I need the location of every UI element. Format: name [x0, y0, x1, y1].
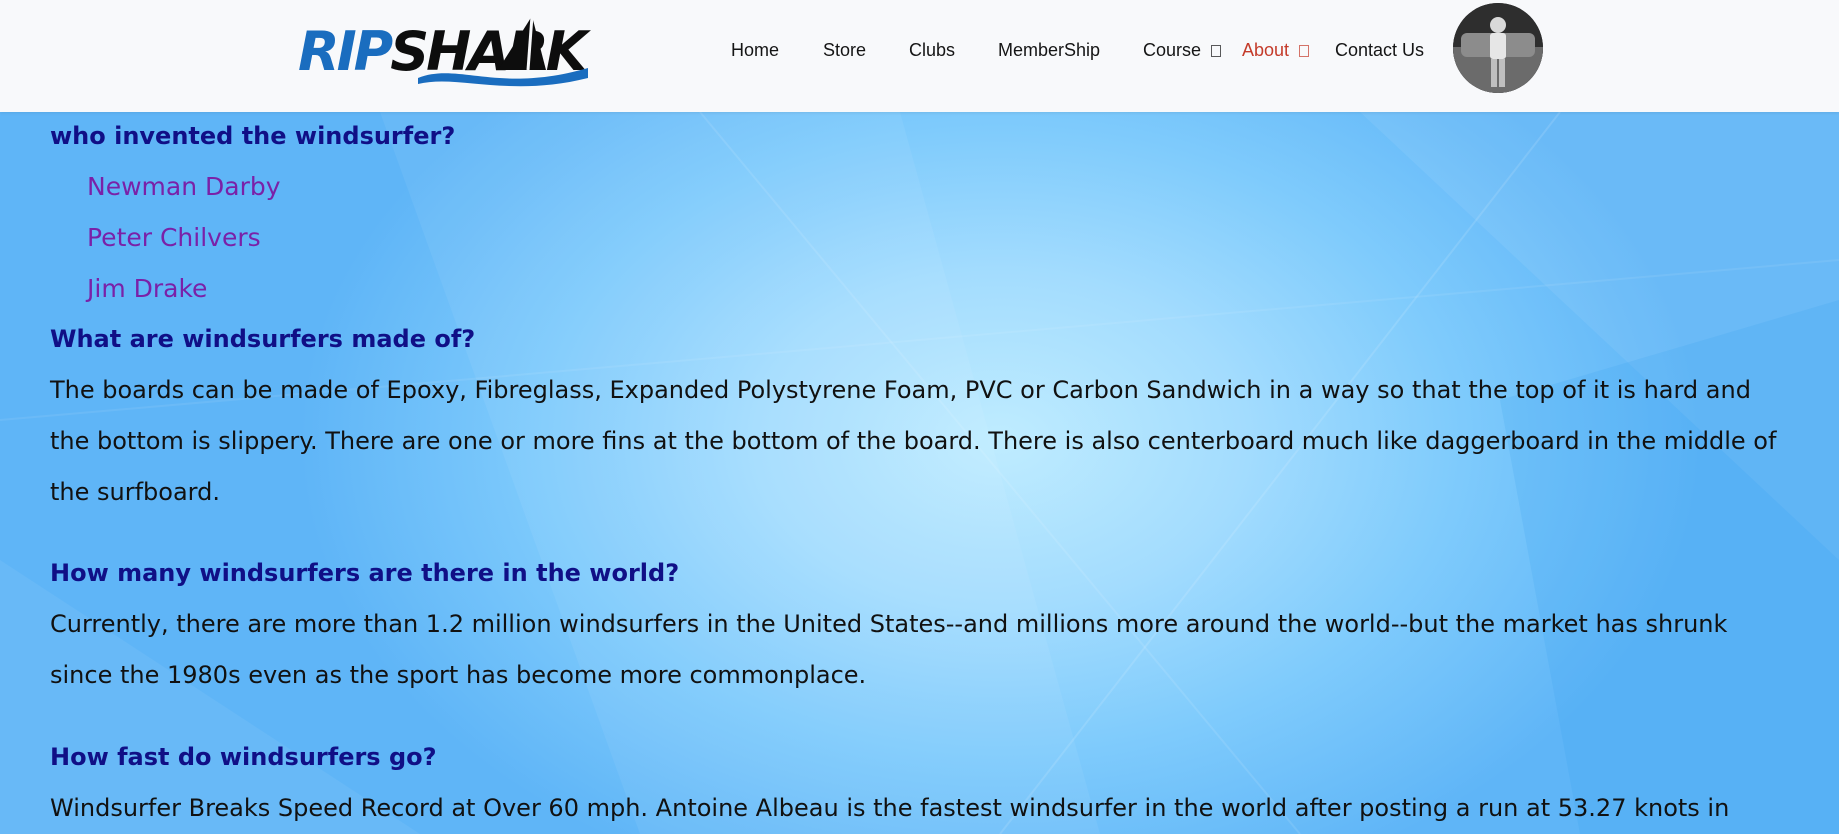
link-newman-darby[interactable]: Newman Darby — [87, 172, 281, 201]
link-jim-drake[interactable]: Jim Drake — [87, 274, 207, 303]
nav-about-label: About — [1242, 40, 1290, 60]
nav-course[interactable]: Course — [1143, 40, 1222, 61]
user-avatar-icon — [1453, 3, 1543, 93]
nav-course-label: Course — [1143, 40, 1202, 60]
nav-membership[interactable]: MemberShip — [998, 40, 1100, 61]
wave-icon — [418, 68, 588, 87]
question-made-of: What are windsurfers made of? — [50, 325, 476, 353]
chevron-down-icon — [1211, 45, 1222, 57]
question-how-many: How many windsurfers are there in the wo… — [50, 559, 680, 587]
nav-contact-us-label: Contact Us — [1335, 40, 1425, 60]
answer-how-many: Currently, there are more than 1.2 milli… — [50, 610, 1728, 689]
question-how-fast: How fast do windsurfers go? — [50, 743, 437, 771]
nav-store[interactable]: Store — [823, 40, 866, 61]
nav-membership-label: MemberShip — [998, 40, 1101, 60]
question-who-invented: who invented the windsurfer? — [50, 122, 456, 150]
site-header: RIPSHARK Home Store Clubs MemberShip Cou… — [0, 0, 1839, 112]
chevron-down-icon — [1299, 45, 1310, 57]
nav-clubs-label: Clubs — [909, 40, 956, 60]
logo-text-rip: RIP — [298, 20, 393, 83]
answer-made-of: The boards can be made of Epoxy, Fibregl… — [50, 376, 1777, 506]
nav-about[interactable]: About — [1242, 40, 1310, 61]
nav-store-label: Store — [823, 40, 867, 60]
nav-home[interactable]: Home — [731, 40, 779, 61]
answer-how-fast: Windsurfer Breaks Speed Record at Over 6… — [50, 794, 1730, 822]
nav-home-label: Home — [731, 40, 780, 60]
nav-clubs[interactable]: Clubs — [909, 40, 955, 61]
link-peter-chilvers[interactable]: Peter Chilvers — [87, 223, 261, 252]
ripshark-logo[interactable]: RIPSHARK — [298, 14, 590, 92]
user-avatar[interactable] — [1453, 3, 1543, 93]
nav-contact-us[interactable]: Contact Us — [1335, 40, 1424, 61]
